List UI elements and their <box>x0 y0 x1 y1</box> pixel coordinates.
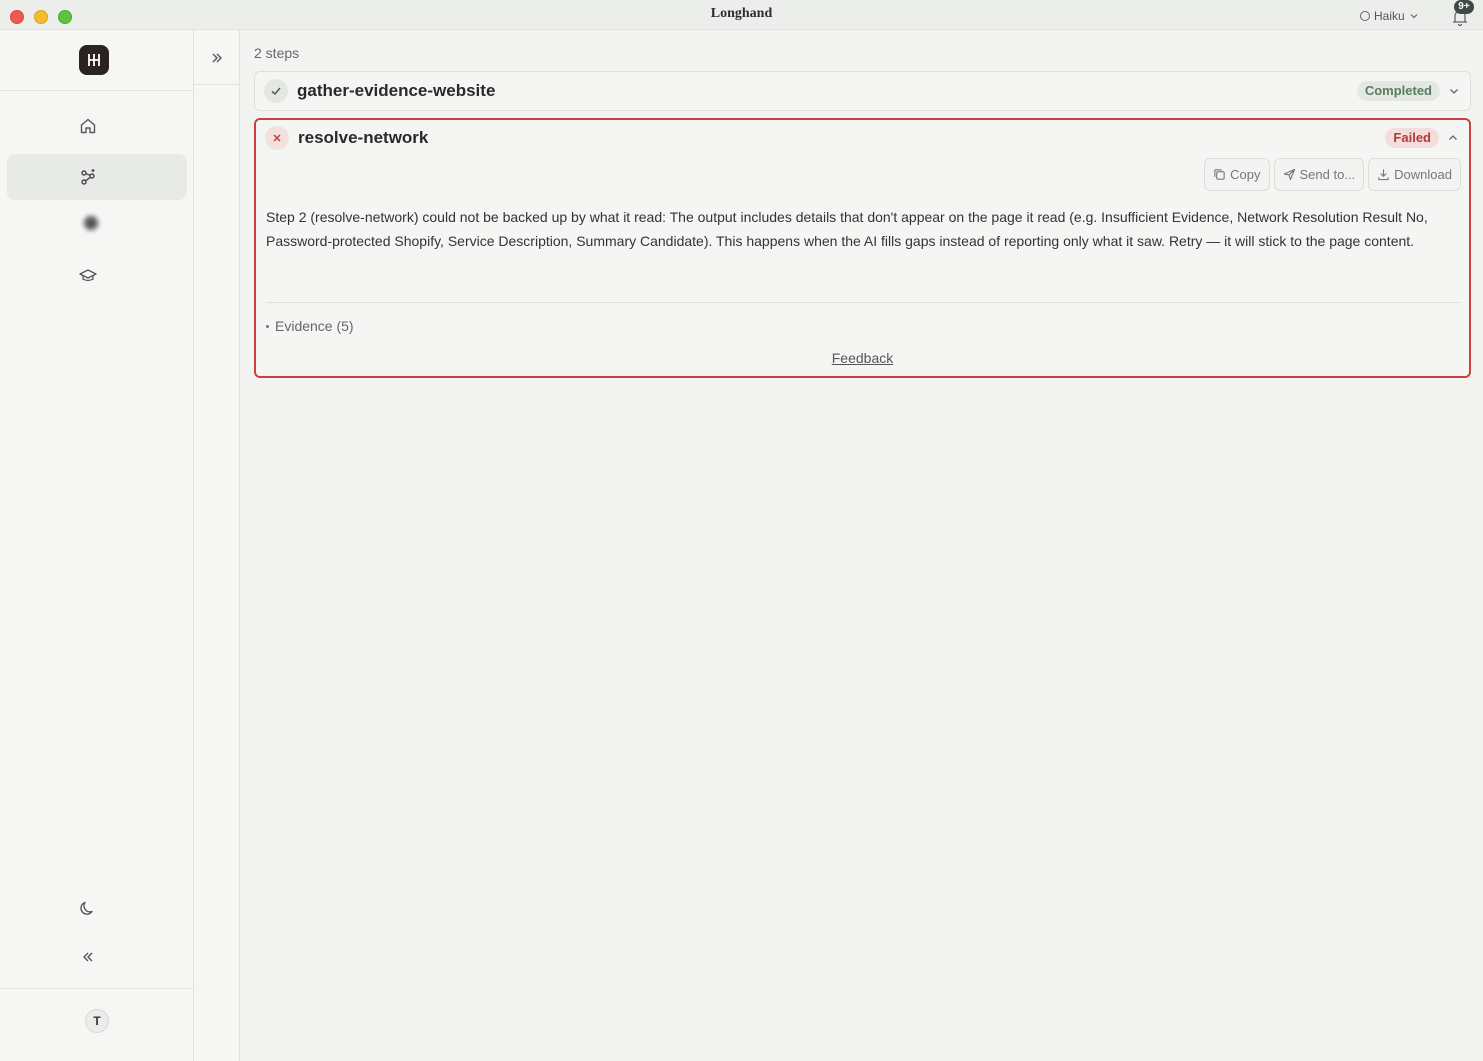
secondary-rail <box>194 30 240 1061</box>
download-icon <box>1378 169 1389 181</box>
logo-area <box>0 30 193 91</box>
avatar[interactable]: T <box>85 1009 109 1033</box>
sidebar-item-learn[interactable] <box>7 253 187 299</box>
main-content: 2 steps gather-evidence-website Complete… <box>241 30 1483 1061</box>
chevron-down-icon[interactable] <box>1448 85 1460 97</box>
chevrons-right-icon[interactable] <box>207 48 227 68</box>
step-name: gather-evidence-website <box>297 81 496 100</box>
title-bar: Longhand Haiku 9+ <box>0 0 1483 30</box>
chevron-down-icon <box>1410 14 1418 19</box>
copy-button-label: Copy <box>1230 167 1261 182</box>
sidebar-item-blurred[interactable] <box>7 200 187 246</box>
download-button-label: Download <box>1394 167 1452 182</box>
graduation-cap-icon <box>79 269 97 282</box>
evidence-toggle[interactable]: Evidence (5) <box>266 318 354 334</box>
feedback-link[interactable]: Feedback <box>832 350 893 366</box>
download-button[interactable]: Download <box>1368 158 1461 191</box>
send-icon <box>1283 168 1295 181</box>
app-title: Longhand <box>710 6 773 21</box>
status-badge: Completed <box>1356 81 1440 101</box>
step-actions: Copy Send to... Download <box>1204 158 1461 191</box>
longhand-logo[interactable] <box>79 45 109 75</box>
check-icon <box>264 79 288 103</box>
copy-icon <box>1214 169 1225 180</box>
logo-mark-icon <box>88 54 100 66</box>
sidebar-divider <box>0 988 193 989</box>
home-icon <box>80 118 96 134</box>
copy-button[interactable]: Copy <box>1204 158 1270 191</box>
blurred-icon <box>83 215 99 231</box>
sidebar-item-home[interactable] <box>7 103 187 149</box>
step-card-completed[interactable]: gather-evidence-website Completed <box>254 71 1471 111</box>
evidence-label: Evidence (5) <box>275 318 354 334</box>
send-to-button[interactable]: Send to... <box>1273 158 1365 191</box>
send-to-button-label: Send to... <box>1299 167 1356 182</box>
x-icon <box>265 126 289 150</box>
step-name: resolve-network <box>298 128 429 147</box>
error-message: Step 2 (resolve-network) could not be ba… <box>266 209 1428 249</box>
steps-count: 2 steps <box>254 45 300 61</box>
model-selector[interactable]: Haiku <box>1360 8 1419 24</box>
sidebar: T <box>0 30 194 1061</box>
theme-toggle-button[interactable] <box>7 885 187 931</box>
status-badge: Failed <box>1385 128 1439 148</box>
notification-count-badge: 9+ <box>1454 0 1474 14</box>
sparkle-network-icon <box>81 169 95 185</box>
chevron-up-icon[interactable] <box>1447 132 1459 144</box>
collapse-sidebar-button[interactable] <box>7 934 187 980</box>
card-divider <box>266 302 1461 303</box>
bullet-icon <box>266 324 269 328</box>
step-card-failed[interactable]: resolve-network Failed Copy Send to... D… <box>254 118 1471 378</box>
chevrons-left-icon <box>83 952 93 962</box>
model-status-icon <box>1360 11 1370 21</box>
sidebar-item-workflows[interactable] <box>7 154 187 200</box>
rail-divider <box>194 84 239 85</box>
model-selector-label: Haiku <box>1374 9 1405 23</box>
notifications-button[interactable]: 9+ <box>1448 0 1474 27</box>
moon-icon <box>80 901 93 915</box>
